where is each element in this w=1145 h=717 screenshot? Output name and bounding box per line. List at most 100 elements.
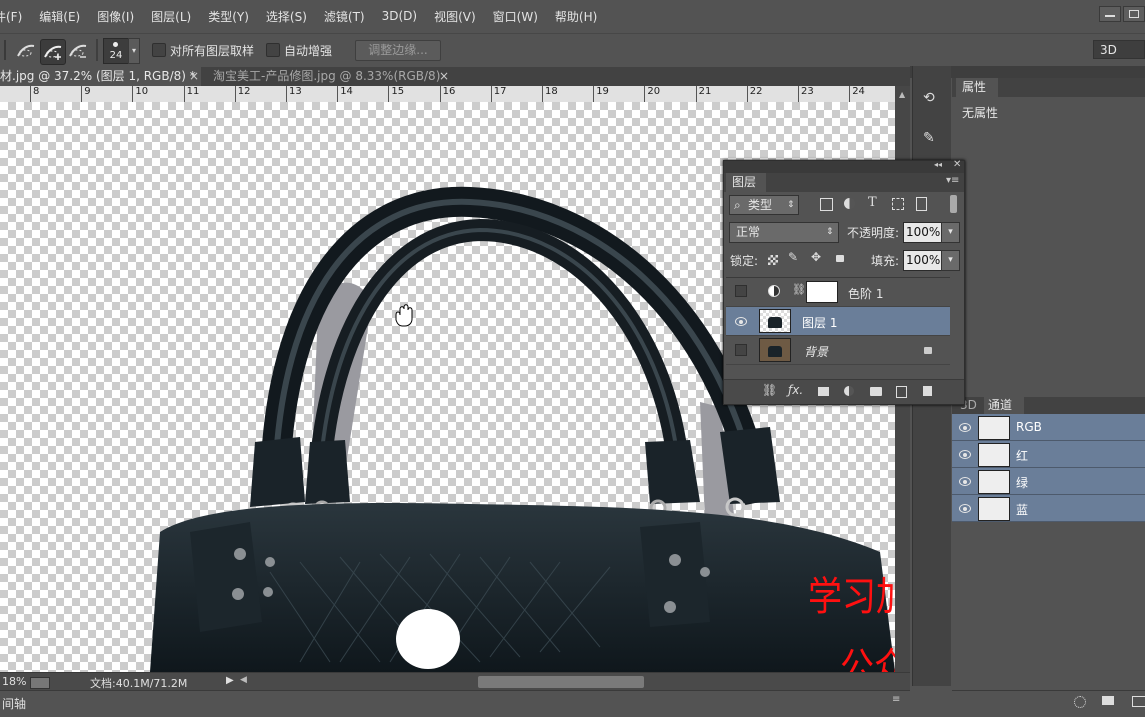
menu-select[interactable]: 选择(S) bbox=[266, 8, 307, 25]
minimize-button[interactable] bbox=[1099, 6, 1121, 22]
link-layers-icon[interactable]: ⛓ bbox=[762, 383, 777, 397]
blend-mode-dropdown[interactable]: 正常 ⇕ bbox=[729, 222, 839, 243]
bag-thumb-icon bbox=[768, 317, 782, 328]
link-icon[interactable]: ⛓ bbox=[792, 283, 806, 296]
scroll-left-icon[interactable]: ◀ bbox=[240, 675, 247, 685]
maximize-button[interactable] bbox=[1123, 6, 1145, 22]
brush-dropdown-arrow-icon[interactable]: ▾ bbox=[128, 38, 140, 64]
menu-edit[interactable]: 编辑(E) bbox=[39, 8, 80, 25]
layer-thumbnail bbox=[759, 338, 791, 362]
close-icon[interactable]: ✕ bbox=[953, 159, 961, 170]
status-preview-icon[interactable] bbox=[30, 677, 50, 689]
filter-adjustment-icon[interactable] bbox=[844, 198, 855, 209]
channel-row-green[interactable]: 绿 bbox=[952, 468, 1145, 495]
channel-row-red[interactable]: 红 bbox=[952, 441, 1145, 468]
tab-channels[interactable]: 通道 bbox=[984, 397, 1024, 414]
panel-menu-icon[interactable]: ▾≡ bbox=[946, 175, 959, 186]
tab-properties[interactable]: 属性 bbox=[956, 78, 998, 97]
levels-adjustment-icon bbox=[768, 285, 780, 297]
bar-divider bbox=[4, 40, 6, 60]
menu-filter[interactable]: 滤镜(T) bbox=[324, 8, 365, 25]
menu-window[interactable]: 窗口(W) bbox=[493, 8, 538, 25]
fx-icon[interactable]: ƒx. bbox=[788, 383, 803, 397]
tab-document[interactable]: 淘宝美工-产品修图.jpg @ 8.33%(RGB/8) × bbox=[203, 67, 453, 86]
eye-icon[interactable] bbox=[959, 504, 971, 513]
ruler-tick-label: 17 bbox=[493, 86, 507, 97]
channel-thumbnail bbox=[978, 443, 1010, 467]
brush-size-picker[interactable]: 24 bbox=[103, 38, 129, 64]
sample-all-layers-checkbox[interactable] bbox=[152, 43, 166, 57]
channel-row-blue[interactable]: 蓝 bbox=[952, 495, 1145, 522]
load-selection-icon[interactable] bbox=[1074, 696, 1086, 708]
refine-edge-button[interactable]: 调整边缘... bbox=[355, 40, 441, 61]
status-menu-arrow-icon[interactable]: ▶ bbox=[226, 675, 234, 686]
layer-filter-dropdown[interactable]: ⌕ 类型 ⇕ bbox=[729, 195, 799, 215]
menu-view[interactable]: 视图(V) bbox=[434, 8, 476, 25]
eye-icon[interactable] bbox=[959, 477, 971, 486]
layer-row-background[interactable]: 背景 bbox=[726, 336, 950, 365]
auto-enhance-checkbox[interactable] bbox=[266, 43, 280, 57]
new-group-folder-icon[interactable] bbox=[870, 387, 882, 396]
layers-tab-strip: 图层 ▾≡ bbox=[724, 173, 964, 192]
filter-shape-icon[interactable] bbox=[892, 198, 904, 210]
fill-input[interactable]: 100% bbox=[903, 250, 943, 271]
lock-all-icon[interactable] bbox=[836, 255, 844, 262]
layer-mask-thumbnail[interactable] bbox=[806, 281, 838, 303]
timeline-tab[interactable]: 间轴 bbox=[2, 695, 26, 712]
menu-bar: 件(F) 编辑(E) 图像(I) 图层(L) 类型(Y) 选择(S) 滤镜(T)… bbox=[0, 0, 1145, 32]
filter-type-icon[interactable]: T bbox=[868, 195, 877, 210]
channel-row-rgb[interactable]: RGB bbox=[952, 414, 1145, 441]
layer-thumbnail bbox=[759, 309, 791, 333]
layer-row-levels[interactable]: ⛓ 色阶 1 bbox=[726, 278, 950, 307]
tab-layers[interactable]: 图层 bbox=[726, 173, 766, 192]
horizontal-scroll-thumb[interactable] bbox=[478, 676, 644, 688]
menu-image[interactable]: 图像(I) bbox=[97, 8, 134, 25]
opacity-input[interactable]: 100% bbox=[903, 222, 943, 243]
brush-preset-icon[interactable]: ✎ bbox=[923, 130, 941, 148]
lock-pixels-icon[interactable]: ✎ bbox=[788, 250, 798, 264]
lock-position-icon[interactable]: ✥ bbox=[811, 250, 821, 264]
timeline-panel: 间轴 ≡ bbox=[0, 690, 910, 717]
menu-type[interactable]: 类型(Y) bbox=[208, 8, 249, 25]
menu-3d[interactable]: 3D(D) bbox=[382, 9, 417, 23]
menu-file[interactable]: 件(F) bbox=[0, 8, 22, 25]
panel-menu-icon[interactable]: ≡ bbox=[892, 694, 900, 705]
filter-smart-object-icon[interactable] bbox=[916, 197, 927, 211]
add-mask-icon[interactable] bbox=[818, 387, 829, 396]
quick-select-add-icon[interactable] bbox=[40, 39, 66, 65]
close-icon[interactable]: × bbox=[189, 67, 199, 86]
opacity-dropdown-icon[interactable]: ▾ bbox=[941, 222, 960, 243]
layer-row-layer1[interactable]: 图层 1 bbox=[726, 307, 950, 336]
zoom-level[interactable]: 18% bbox=[2, 675, 26, 688]
eye-icon[interactable] bbox=[959, 450, 971, 459]
eye-icon[interactable] bbox=[959, 423, 971, 432]
collapse-icon[interactable]: ◂◂ bbox=[934, 160, 942, 169]
ruler-tick-label: 8 bbox=[33, 86, 40, 97]
new-channel-icon[interactable] bbox=[1132, 696, 1145, 707]
brush-dot-icon bbox=[113, 42, 118, 47]
quick-select-new-icon[interactable] bbox=[14, 39, 38, 63]
layers-titlebar[interactable]: ◂◂ ✕ bbox=[724, 159, 964, 173]
menu-layer[interactable]: 图层(L) bbox=[151, 8, 191, 25]
quick-select-subtract-icon[interactable] bbox=[66, 39, 90, 63]
new-layer-icon[interactable] bbox=[896, 386, 907, 398]
workspace-switcher[interactable]: 3D bbox=[1093, 40, 1145, 59]
tab-title: 材.jpg @ 37.2% (图层 1, RGB/8) * bbox=[0, 69, 196, 83]
new-adjustment-icon[interactable] bbox=[844, 386, 854, 396]
delete-layer-icon[interactable] bbox=[923, 386, 932, 396]
visibility-toggle[interactable] bbox=[735, 344, 747, 356]
scroll-up-icon[interactable]: ▲ bbox=[899, 90, 905, 99]
history-icon[interactable]: ⟲ bbox=[923, 90, 941, 108]
tab-active-document[interactable]: 材.jpg @ 37.2% (图层 1, RGB/8) * × bbox=[0, 67, 201, 86]
menu-help[interactable]: 帮助(H) bbox=[555, 8, 597, 25]
close-icon[interactable]: × bbox=[439, 67, 449, 86]
fill-dropdown-icon[interactable]: ▾ bbox=[941, 250, 960, 271]
lock-transparency-icon[interactable] bbox=[768, 255, 778, 265]
ruler-tick bbox=[644, 86, 646, 102]
filter-toggle[interactable] bbox=[950, 195, 957, 213]
options-bar: 24 ▾ 对所有图层取样 自动增强 调整边缘... 3D bbox=[0, 33, 1145, 68]
save-selection-icon[interactable] bbox=[1102, 696, 1114, 705]
visibility-toggle[interactable] bbox=[735, 285, 747, 297]
filter-pixel-icon[interactable] bbox=[820, 198, 833, 211]
eye-icon[interactable] bbox=[735, 317, 747, 326]
